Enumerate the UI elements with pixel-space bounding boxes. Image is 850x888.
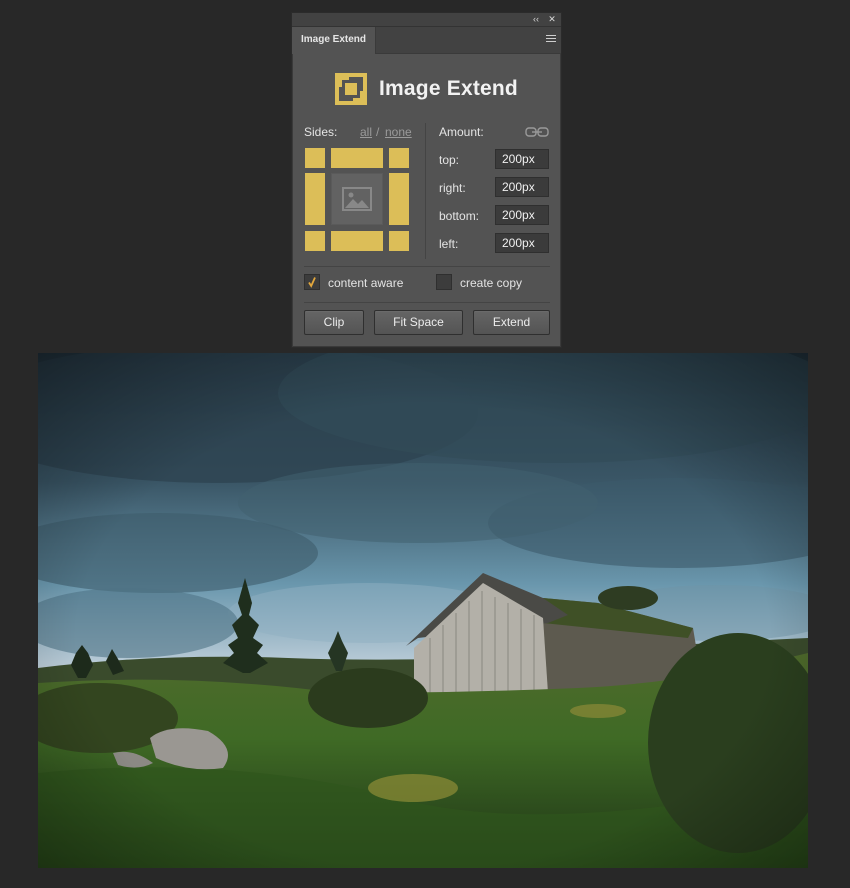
sides-label: Sides: (304, 125, 338, 139)
left-amount-input[interactable] (495, 233, 549, 253)
side-top-right-toggle[interactable] (389, 148, 409, 168)
center-image-placeholder (331, 173, 383, 225)
side-right-toggle[interactable] (389, 173, 409, 225)
image-icon (342, 187, 372, 211)
side-top-left-toggle[interactable] (305, 148, 325, 168)
close-icon[interactable]: ✕ (545, 13, 559, 26)
right-amount-input[interactable] (495, 177, 549, 197)
sides-all-link[interactable]: all (360, 125, 372, 139)
side-bottom-left-toggle[interactable] (305, 231, 325, 251)
image-extend-panel: ‹‹ ✕ Image Extend Image Extend Sides: al… (291, 12, 562, 348)
left-label: left: (439, 237, 459, 251)
bottom-label: bottom: (439, 209, 480, 223)
bottom-amount-input[interactable] (495, 205, 549, 225)
top-label: top: (439, 153, 460, 167)
top-amount-input[interactable] (495, 149, 549, 169)
options-divider (304, 266, 550, 267)
collapse-icon[interactable]: ‹‹ (529, 13, 543, 26)
panel-tabbar: Image Extend (292, 27, 561, 54)
sides-separator: / (376, 125, 380, 139)
clip-button[interactable]: Clip (304, 310, 364, 335)
panel-menu-icon[interactable] (546, 35, 556, 44)
side-bottom-toggle[interactable] (331, 231, 383, 251)
image-extend-logo-icon (335, 73, 368, 105)
side-bottom-right-toggle[interactable] (389, 231, 409, 251)
canvas-photo (38, 353, 808, 868)
create-copy-label[interactable]: create copy (460, 276, 522, 290)
panel-header: Image Extend (292, 69, 561, 109)
right-label: right: (439, 181, 466, 195)
extend-button[interactable]: Extend (473, 310, 550, 335)
landscape-image (38, 353, 808, 868)
column-divider (425, 123, 426, 259)
content-aware-label[interactable]: content aware (328, 276, 403, 290)
chain-link-icon[interactable] (525, 126, 549, 138)
content-aware-checkbox[interactable] (304, 274, 320, 290)
fit-space-button[interactable]: Fit Space (374, 310, 463, 335)
sides-none-link[interactable]: none (385, 125, 412, 139)
amount-label: Amount: (439, 125, 484, 139)
checkmark-icon (308, 277, 316, 288)
panel-title: Image Extend (379, 77, 518, 100)
create-copy-checkbox[interactable] (436, 274, 452, 290)
side-left-toggle[interactable] (305, 173, 325, 225)
side-top-toggle[interactable] (331, 148, 383, 168)
panel-titlebar: ‹‹ ✕ (292, 13, 561, 27)
tab-image-extend[interactable]: Image Extend (292, 27, 376, 54)
buttons-divider (304, 302, 550, 303)
